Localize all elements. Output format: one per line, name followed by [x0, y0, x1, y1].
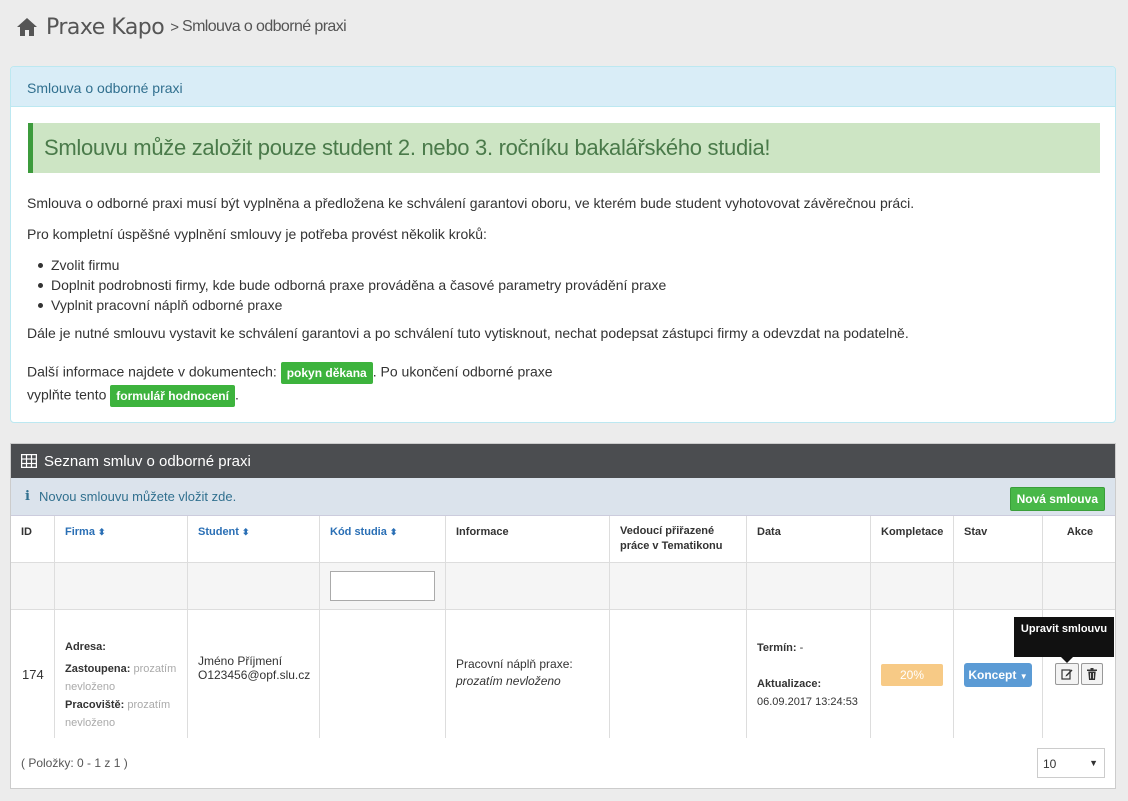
row-vedouci — [610, 610, 747, 738]
row-informace: Pracovní náplň praxe: prozatím nevloženo — [446, 610, 610, 738]
breadcrumb-separator: > — [170, 18, 179, 36]
row-firma: Adresa: Zastoupena: prozatím nevloženo P… — [55, 610, 188, 738]
address-label: Adresa: — [65, 641, 106, 653]
column-header-data: Data — [747, 516, 871, 562]
intro-panel: Smlouva o odborné praxi Smlouvu může zal… — [10, 66, 1116, 423]
home-icon[interactable] — [16, 17, 38, 37]
column-header-id: ID — [11, 516, 55, 562]
edit-button[interactable] — [1055, 663, 1079, 685]
column-header-akce: Akce — [1066, 526, 1094, 538]
contracts-panel-title: Seznam smluv o odborné praxi — [44, 452, 251, 470]
info-label: Pracovní náplň praxe: — [456, 657, 573, 671]
info-bar: i Novou smlouvu můžete vložit zde. Nová … — [11, 478, 1115, 516]
evaluation-form-link[interactable]: formulář hodnocení — [110, 385, 235, 407]
row-id: 174 — [11, 610, 55, 738]
column-header-firma[interactable]: Firma ⬍ — [55, 516, 188, 562]
chevron-down-icon: ▼ — [1089, 758, 1098, 768]
filter-row — [11, 563, 1115, 610]
row-kompletace: 20% — [871, 610, 954, 738]
column-header-kod-studia[interactable]: Kód studia ⬍ — [320, 516, 446, 562]
workplace-label: Pracoviště: — [65, 699, 125, 711]
updated-label: Aktualizace: — [757, 678, 822, 690]
column-header-informace: Informace — [446, 516, 610, 562]
status-dropdown-button[interactable]: Koncept ▼ — [964, 663, 1032, 687]
intro-panel-title: Smlouva o odborné praxi — [11, 67, 1115, 107]
column-header-kompletace: Kompletace — [871, 516, 954, 562]
column-header-stav: Stav — [954, 516, 1043, 562]
dean-directive-link[interactable]: pokyn děkana — [280, 362, 373, 384]
list-item: Doplnit podrobnosti firmy, kde bude odbo… — [37, 277, 667, 293]
column-header-student[interactable]: Student ⬍ — [188, 516, 320, 562]
sort-icon[interactable]: ⬍ — [390, 527, 398, 537]
edit-icon — [1061, 669, 1073, 680]
page-size-select[interactable]: 10 ▼ — [1037, 748, 1105, 778]
info-value: prozatím nevloženo — [456, 674, 561, 688]
column-header-vedouci: Vedoucí přiřazené práce v Tematikonu — [610, 516, 747, 562]
contracts-panel: Seznam smluv o odborné praxi i Novou sml… — [10, 443, 1116, 789]
row-data: Termín: - Aktualizace: 06.09.2017 13:24:… — [747, 610, 871, 738]
table-icon — [21, 454, 37, 468]
breadcrumb-current: Smlouva o odborné praxi — [182, 18, 347, 35]
breadcrumb-app[interactable]: Praxe Kapo — [46, 15, 165, 40]
info-icon: i — [25, 489, 30, 504]
student-email: O123456@opf.slu.cz — [198, 668, 311, 682]
form-prefix: vyplňte tento — [27, 386, 107, 403]
info-text: Novou smlouvu můžete vložit zde. — [38, 489, 237, 504]
table-row: 174 Adresa: Zastoupena: prozatím nevlože… — [11, 610, 1115, 738]
kod-studia-filter-input[interactable] — [330, 571, 435, 601]
sort-icon[interactable]: ⬍ — [242, 527, 250, 537]
new-contract-button[interactable]: Nová smlouva — [1009, 487, 1105, 511]
represented-label: Zastoupena: — [65, 663, 131, 675]
list-item: Zvolit firmu — [37, 255, 666, 275]
completion-badge: 20% — [881, 664, 943, 686]
form-line: vyplňte tento formulář hodnocení. — [27, 385, 239, 407]
student-name: Jméno Příjmení — [198, 654, 283, 668]
form-suffix: . — [234, 386, 239, 403]
edit-tooltip: Upravit smlouvu — [1014, 617, 1114, 663]
delete-button[interactable] — [1081, 663, 1103, 685]
intro-paragraph-2: Pro kompletní úspěšné vyplnění smlouvy j… — [27, 226, 487, 242]
eligibility-alert: Smlouvu může založit pouze student 2. ne… — [28, 123, 1100, 173]
trash-icon — [1087, 668, 1097, 680]
breadcrumb: Praxe Kapo > Smlouva o odborné praxi — [16, 12, 347, 42]
pagination-info: ( Položky: 0 - 1 z 1 ) — [21, 756, 128, 770]
docs-middle: . Po ukončení odborné praxe — [372, 363, 553, 380]
intro-paragraph-3: Dále je nutné smlouvu vystavit ke schvál… — [27, 325, 909, 341]
table-header-row: ID Firma ⬍ Student ⬍ Kód studia ⬍ Inform… — [11, 516, 1115, 563]
list-item: Vyplnit pracovní náplň odborné praxe — [37, 295, 666, 315]
row-kod-studia — [320, 610, 446, 738]
caret-down-icon: ▼ — [1019, 672, 1028, 681]
contracts-panel-header: Seznam smluv o odborné praxi — [11, 444, 1115, 478]
intro-paragraph-1: Smlouva o odborné praxi musí být vyplněn… — [27, 195, 915, 211]
row-student: Jméno Příjmení O123456@opf.slu.cz — [188, 610, 320, 738]
sort-icon[interactable]: ⬍ — [98, 527, 106, 537]
steps-list: Zvolit firmu Doplnit podrobnosti firmy, … — [37, 255, 667, 315]
docs-line: Další informace najdete v dokumentech: p… — [27, 362, 553, 384]
term-label: Termín: — [757, 642, 797, 654]
updated-value: 06.09.2017 13:24:53 — [757, 696, 858, 708]
docs-prefix: Další informace najdete v dokumentech: — [27, 363, 277, 380]
term-value: - — [799, 642, 804, 654]
